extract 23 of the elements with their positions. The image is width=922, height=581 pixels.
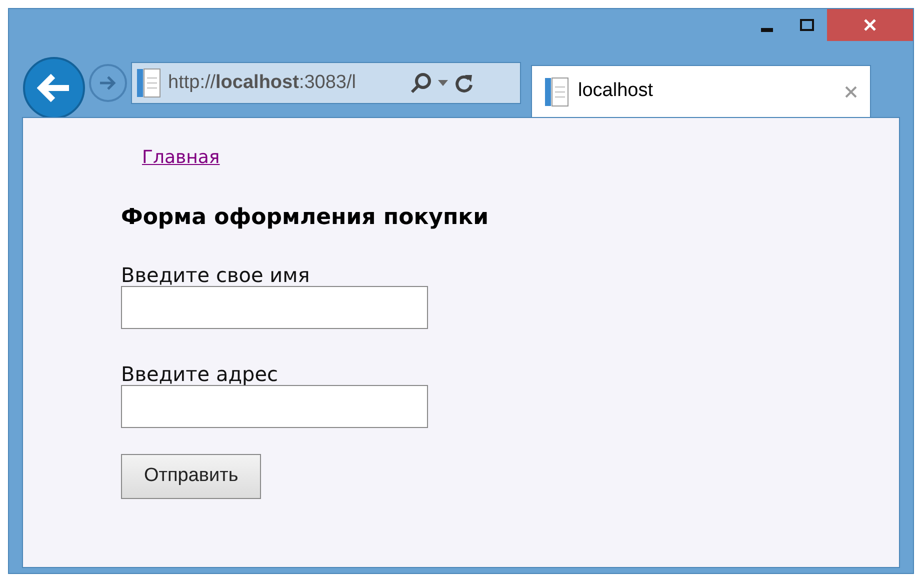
close-tab-icon[interactable]: [844, 84, 858, 98]
page-heading: Форма оформления покупки: [121, 204, 490, 232]
dropdown-caret-icon[interactable]: [438, 80, 448, 86]
page-icon: [136, 68, 162, 98]
input-field[interactable]: [121, 286, 428, 329]
tab-title: localhost: [578, 79, 654, 104]
refresh-icon[interactable]: [454, 72, 474, 94]
close-button[interactable]: [827, 9, 913, 41]
url-text: http://localhost:3083/l: [168, 70, 357, 95]
close-icon: [864, 19, 876, 31]
home-link[interactable]: Главная: [142, 147, 220, 168]
search-icon[interactable]: [410, 72, 432, 94]
field-label: Введите свое имя: [121, 264, 310, 286]
page-icon: [544, 76, 570, 106]
submit-button[interactable]: Отправить: [121, 454, 262, 499]
minimize-icon: [761, 28, 773, 32]
forward-arrow-icon: [98, 75, 118, 91]
address-bar[interactable]: http://localhost:3083/l: [131, 62, 521, 104]
input-field[interactable]: [121, 385, 428, 428]
back-arrow-icon: [37, 73, 71, 103]
browser-tab[interactable]: localhost: [531, 65, 871, 117]
maximize-icon: [800, 19, 814, 31]
field-label: Введите адрес: [121, 363, 278, 385]
